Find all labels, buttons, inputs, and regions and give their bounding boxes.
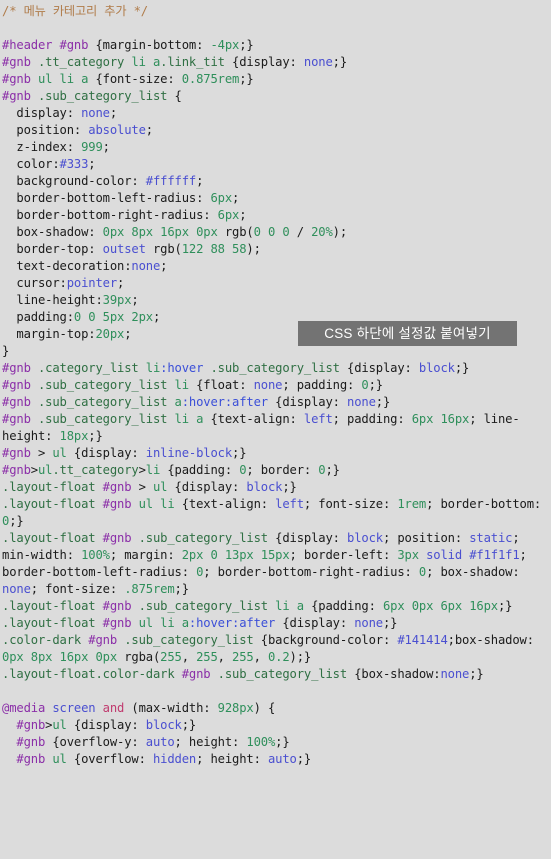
code-line: #gnb .sub_category_list a:hover:after {d… <box>2 395 391 409</box>
code-line: #gnb .tt_category li a.link_tit {display… <box>2 55 347 69</box>
code-line: #gnb .sub_category_list li {float: none;… <box>2 378 383 392</box>
annotation-badge: CSS 하단에 설정값 붙여넣기 <box>298 321 517 346</box>
code-line: position: absolute; <box>16 123 153 137</box>
code-line: .layout-float #gnb > ul {display: block;… <box>2 480 297 494</box>
code-line: border-bottom-left-radius: 6px; <box>16 191 240 205</box>
code-line: .layout-float #gnb .sub_category_list {d… <box>2 531 527 596</box>
code-line: @media screen and (max-width: 928px) { <box>2 701 276 715</box>
css-comment: /* 메뉴 카테고리 추가 */ <box>2 4 148 18</box>
code-line: #gnb .sub_category_list { <box>2 89 182 103</box>
code-line: .layout-float #gnb .sub_category_list li… <box>2 599 513 613</box>
code-line: .layout-float #gnb ul li a:hover:after {… <box>2 616 398 630</box>
code-line: #gnb>ul.tt_category>li {padding: 0; bord… <box>2 463 340 477</box>
code-line: cursor:pointer; <box>16 276 125 290</box>
code-line: .layout-float.color-dark #gnb .sub_categ… <box>2 667 484 681</box>
code-line: #header #gnb {margin-bottom: -4px;} <box>2 38 254 52</box>
code-line-list: /* 메뉴 카테고리 추가 */ #header #gnb {margin-bo… <box>0 0 551 768</box>
code-line: line-height:39px; <box>16 293 139 307</box>
code-line: text-decoration:none; <box>16 259 168 273</box>
code-line: box-shadow: 0px 8px 16px 0px rgb(0 0 0 /… <box>16 225 347 239</box>
code-line: border-bottom-right-radius: 6px; <box>16 208 247 222</box>
code-line: #gnb .category_list li:hover .sub_catego… <box>2 361 470 375</box>
code-line: .color-dark #gnb .sub_category_list {bac… <box>2 633 542 664</box>
code-line: /* 메뉴 카테고리 추가 */ <box>2 3 549 20</box>
code-editor-viewport[interactable]: /* 메뉴 카테고리 추가 */ #header #gnb {margin-bo… <box>0 0 551 859</box>
code-line: #gnb > ul {display: inline-block;} <box>2 446 247 460</box>
code-line: z-index: 999; <box>16 140 110 154</box>
code-line: background-color: #ffffff; <box>16 174 204 188</box>
code-line: border-top: outset rgb(122 88 58); <box>16 242 261 256</box>
code-line: #gnb {overflow-y: auto; height: 100%;} <box>16 735 290 749</box>
code-line: #gnb .sub_category_list li a {text-align… <box>2 412 520 443</box>
code-line: #gnb ul li a {font-size: 0.875rem;} <box>2 72 254 86</box>
code-line: .layout-float #gnb ul li {text-align: le… <box>2 497 549 528</box>
code-line: display: none; <box>16 106 117 120</box>
code-line: #gnb>ul {display: block;} <box>16 718 197 732</box>
code-line: color:#333; <box>16 157 96 171</box>
code-line: #gnb ul {overflow: hidden; height: auto;… <box>16 752 312 766</box>
